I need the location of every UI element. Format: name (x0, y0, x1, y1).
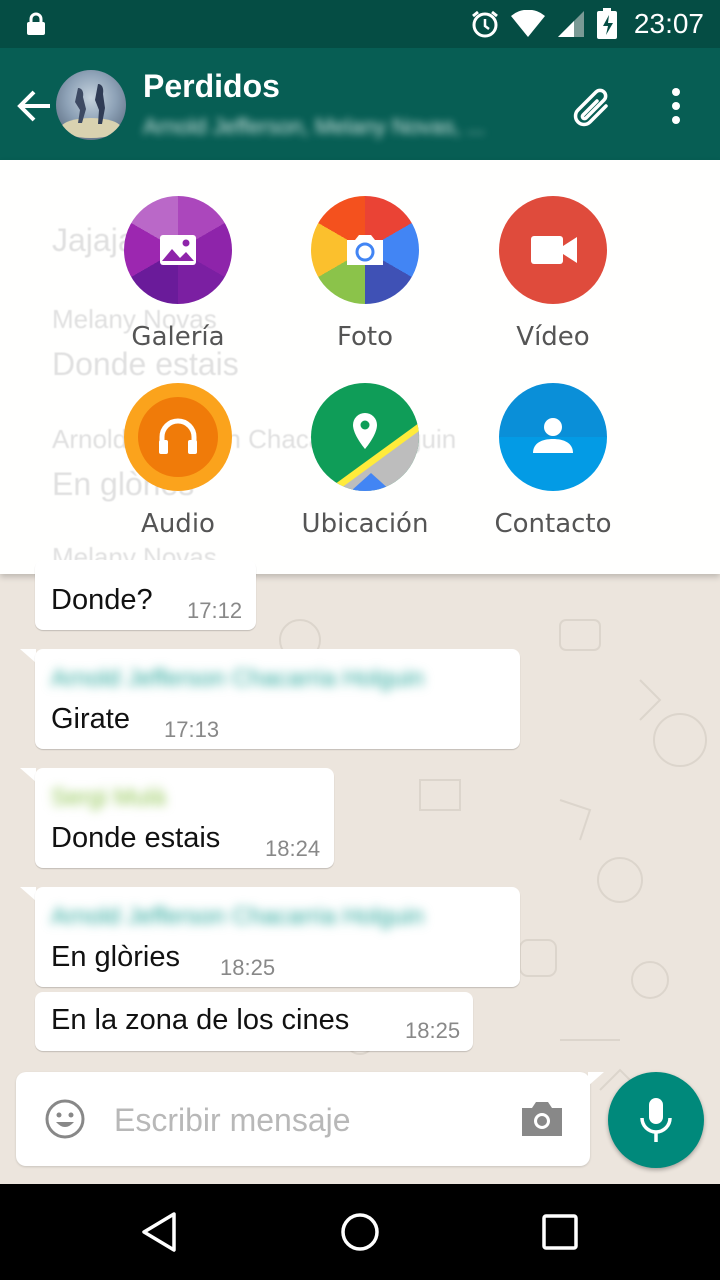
message-text: Donde estais (51, 822, 221, 854)
message-time: 18:25 (220, 955, 276, 980)
battery-icon (596, 8, 617, 39)
home-circle-icon[interactable] (336, 1208, 384, 1256)
more-vertical-icon[interactable] (660, 84, 692, 128)
back-triangle-icon[interactable] (136, 1208, 184, 1256)
camera-icon (311, 196, 419, 304)
message-text: Girate (51, 703, 130, 735)
attach-contact-label: Contacto (494, 509, 612, 539)
attach-audio-button[interactable]: Audio (78, 383, 278, 539)
system-nav-bar (0, 1184, 720, 1280)
group-avatar[interactable] (56, 70, 126, 140)
alarm-icon (471, 10, 498, 38)
paperclip-icon[interactable] (568, 82, 616, 130)
location-icon (311, 383, 419, 491)
attach-audio-label: Audio (141, 509, 215, 539)
microphone-icon (640, 1098, 672, 1142)
recents-square-icon[interactable] (536, 1208, 584, 1256)
status-time: 23:07 (633, 8, 704, 39)
bubble-tail (20, 887, 36, 901)
attach-contact-button[interactable]: Contacto (453, 383, 653, 539)
message-bubble[interactable]: Arnold Jefferson Chacarria Holguin Girat… (35, 649, 520, 749)
attach-location-label: Ubicación (301, 509, 429, 539)
gallery-icon (124, 196, 232, 304)
lock-icon (27, 12, 45, 35)
attach-gallery-button[interactable]: Galería (78, 196, 278, 352)
back-arrow-icon[interactable] (14, 86, 54, 126)
message-text: Donde? (51, 584, 153, 616)
attach-menu: Jajaja Melany Novas Donde estais Arnold … (0, 160, 720, 574)
attach-photo-button[interactable]: Foto (265, 196, 465, 352)
attach-video-label: Vídeo (516, 322, 590, 352)
message-time: 17:13 (164, 717, 220, 742)
chat-header: Perdidos Arnold Jefferson, Melany Novas,… (0, 48, 720, 160)
camera-icon[interactable] (520, 1100, 564, 1138)
message-sender: Arnold Jefferson Chacarria Holguin (51, 665, 425, 692)
emoji-icon[interactable] (44, 1098, 86, 1140)
message-text: En glòries (51, 941, 180, 973)
attach-gallery-label: Galería (131, 322, 225, 352)
message-bubble[interactable]: Sergi Mulà Donde estais 18:24 (35, 768, 334, 868)
message-sender: Arnold Jefferson Chacarria Holguin (51, 903, 425, 930)
headphones-icon (124, 383, 232, 491)
composer-tail (588, 1072, 604, 1086)
message-bubble[interactable]: Donde? 17:12 (35, 560, 256, 630)
chat-participants[interactable]: Arnold Jefferson, Melany Novas, ... (143, 114, 533, 140)
message-time: 18:24 (265, 836, 321, 861)
wifi-icon (510, 10, 545, 37)
status-bar: 23:07 (0, 0, 720, 48)
attach-photo-label: Foto (336, 322, 394, 352)
message-composer (16, 1072, 590, 1166)
message-bubble[interactable]: En la zona de los cines 18:25 (35, 992, 473, 1051)
attach-location-button[interactable]: Ubicación (265, 383, 465, 539)
message-bubble[interactable]: Arnold Jefferson Chacarria Holguin En gl… (35, 887, 520, 987)
bubble-tail (20, 768, 36, 782)
chat-title[interactable]: Perdidos (143, 68, 280, 105)
message-time: 17:12 (187, 598, 243, 623)
attach-video-button[interactable]: Vídeo (453, 196, 653, 352)
contact-icon (499, 383, 607, 491)
message-text: En la zona de los cines (51, 1004, 350, 1036)
voice-record-button[interactable] (608, 1072, 704, 1168)
signal-icon (557, 11, 584, 37)
video-icon (499, 196, 607, 304)
message-input[interactable] (112, 1094, 506, 1146)
message-sender: Sergi Mulà (51, 784, 166, 811)
bubble-tail (20, 649, 36, 663)
message-time: 18:25 (405, 1018, 461, 1043)
